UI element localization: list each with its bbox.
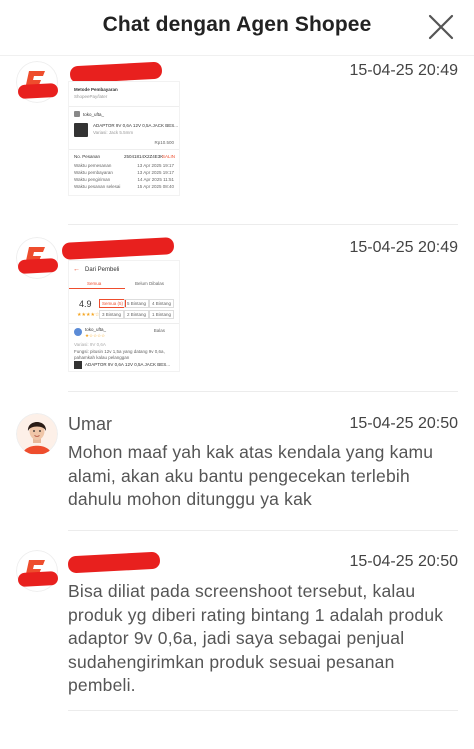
reviewer-avatar (74, 328, 82, 336)
chat-header: Chat dengan Agen Shopee (0, 0, 474, 56)
sender-name: Umar (68, 414, 112, 434)
product-image (74, 123, 88, 137)
message-text: Mohon maaf yah kak atas kendala yang kam… (68, 442, 434, 509)
shot-order-no: 25041814X2Z4E3K (124, 154, 164, 159)
shot-row-label: Waktu pesanan selesai (74, 184, 121, 189)
shot-row-value: 14 Apr 2025 11:51 (137, 177, 174, 182)
filter-chip: 3 Bintang (99, 310, 125, 319)
image-attachment[interactable]: ← Dari Pembeli Semua Belum Dibalas 4.9 ★… (68, 260, 180, 372)
shot-divider (69, 106, 179, 107)
message-divider (68, 710, 458, 711)
shot-row-value: 13 Apr 2025 19:17 (137, 163, 174, 168)
shot-order-label: No. Pesanan (74, 154, 101, 159)
chat-message: 15-04-25 20:49 ← Dari Pembeli Semua Belu… (0, 231, 474, 396)
shot-variant: Variasi: Jack 5.5mm (93, 130, 134, 135)
chat-message: Umar 15-04-25 20:50 Mohon maaf yah kak a… (0, 396, 474, 534)
close-icon (428, 14, 454, 40)
shot-tab-underline (69, 288, 125, 289)
product-image (74, 361, 82, 369)
message-timestamp: 15-04-25 20:49 (349, 62, 458, 79)
shot-price: Rp10.500 (154, 140, 174, 145)
page-title: Chat dengan Agen Shopee (102, 13, 372, 36)
chat-message: 15-04-25 20:49 Metode Pembayaran ShopeeP… (0, 56, 474, 231)
shot-row-label: Waktu pengiriman (74, 177, 111, 182)
redacted-avatar-mark (17, 257, 59, 275)
shot-divider (69, 149, 179, 150)
shot-reviewer: toko_ufta_ (85, 327, 107, 332)
filter-chip: 1 Bintang (149, 310, 175, 319)
shot-tab: Semua (87, 281, 102, 286)
shop-icon (74, 111, 80, 117)
shot-product: ADAPTOR 9V 0,6A 12V 0,5A JACK BES... (85, 362, 170, 367)
shot-title: Dari Pembeli (85, 267, 120, 273)
image-attachment[interactable]: Metode Pembayaran ShopeePay/later toko_u… (68, 81, 180, 196)
shot-reply: Balas (153, 328, 165, 333)
shot-tab: Belum Dibalas (135, 281, 165, 286)
message-timestamp: 15-04-25 20:50 (349, 415, 458, 432)
agent-avatar-icon (16, 413, 58, 455)
redacted-avatar-mark (17, 570, 59, 588)
chat-message: 15-04-25 20:50 Bisa diliat pada screensh… (0, 534, 474, 749)
filter-chip: 5 Bintang (124, 299, 150, 308)
filter-chip: 4 Bintang (149, 299, 175, 308)
redacted-name (67, 551, 161, 574)
shot-title: Metode Pembayaran (74, 87, 118, 92)
shot-row-value: 13 Apr 2025 19:17 (137, 170, 174, 175)
message-divider (68, 530, 458, 531)
shot-divider (69, 323, 179, 324)
shot-reviewer-stars: ★☆☆☆☆ (85, 333, 106, 338)
shot-row-label: Waktu pemesanan (74, 163, 112, 168)
shot-variant: Variasi: 9V 0,6A (74, 342, 106, 347)
shot-rating: 4.9 (79, 299, 92, 309)
message-divider (68, 224, 458, 225)
shot-row-value: 15 Apr 2025 08:40 (137, 184, 174, 189)
shot-subtitle: ShopeePay/later (74, 94, 108, 99)
message-divider (68, 391, 458, 392)
shot-shop: toko_ufta_ (83, 112, 105, 117)
shot-stars: ★★★★☆ (77, 312, 100, 318)
message-timestamp: 15-04-25 20:49 (349, 239, 458, 256)
back-arrow-icon: ← (73, 266, 80, 273)
shot-row-label: Waktu pembayaran (74, 170, 113, 175)
filter-chip: Semua (5) (99, 299, 127, 308)
agent-avatar (16, 413, 58, 455)
redacted-name (61, 237, 175, 260)
close-button[interactable] (426, 12, 456, 42)
shot-review-text: Fungsi: pitusin 12v 1,5a yang datang 9v … (74, 349, 165, 360)
shot-copy: SALIN (161, 154, 175, 159)
redacted-avatar-mark (17, 82, 59, 100)
shot-product: ADAPTOR 9V 0,6A 12V 0,5A JACK BES... (93, 123, 178, 128)
message-timestamp: 15-04-25 20:50 (349, 553, 458, 570)
filter-chip: 2 Bintang (124, 310, 150, 319)
message-text: Bisa diliat pada screenshoot tersebut, k… (68, 581, 444, 695)
